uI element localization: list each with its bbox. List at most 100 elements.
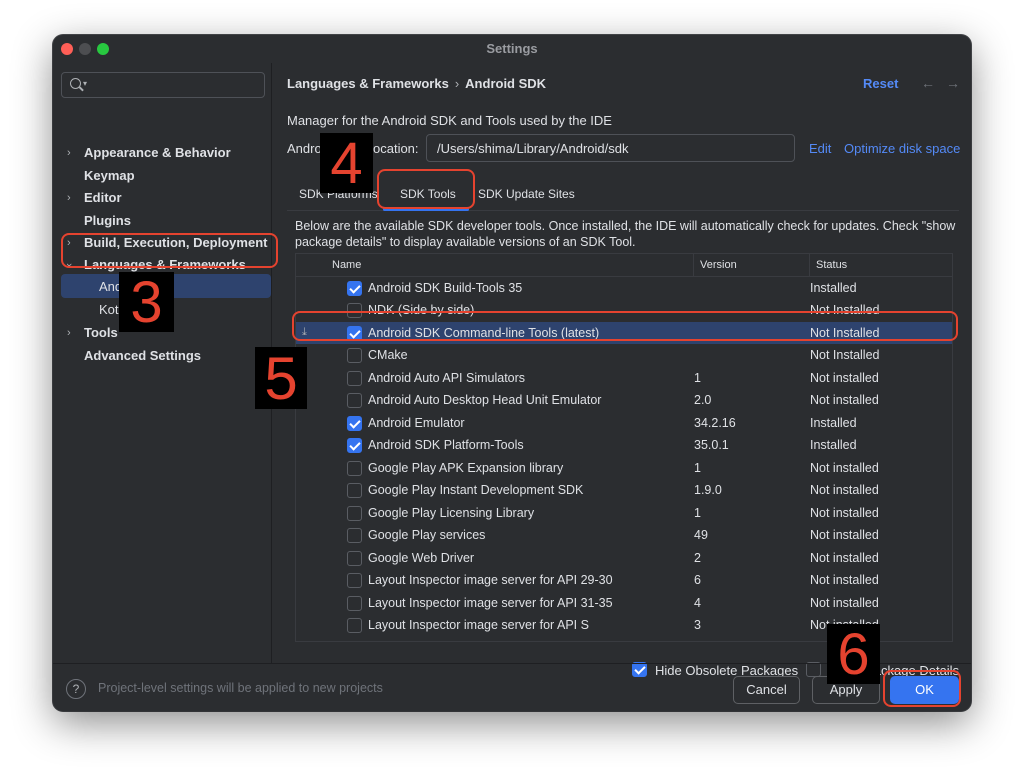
sidebar-item-keymap[interactable]: Keymap bbox=[53, 165, 271, 187]
row-status: Installed bbox=[810, 415, 857, 430]
column-divider bbox=[809, 254, 810, 276]
column-header-name[interactable]: Name bbox=[332, 259, 361, 271]
table-row[interactable]: Android SDK Platform-Tools 35.0.1 Installe… bbox=[296, 434, 952, 457]
row-version: 2 bbox=[694, 550, 701, 565]
row-checkbox[interactable] bbox=[347, 483, 362, 498]
sidebar-item-advanced[interactable]: Advanced Settings bbox=[53, 345, 271, 367]
reset-button[interactable]: Reset bbox=[863, 76, 898, 91]
edit-link[interactable]: Edit bbox=[809, 141, 831, 156]
row-version: 1 bbox=[694, 505, 701, 520]
settings-search[interactable]: ▾ bbox=[61, 72, 265, 98]
sidebar-item-appearance[interactable]: › Appearance & Behavior bbox=[53, 142, 271, 164]
row-checkbox[interactable] bbox=[347, 348, 362, 363]
row-name: Layout Inspector image server for API 29… bbox=[368, 573, 613, 587]
title-bar: Settings bbox=[53, 35, 971, 63]
chevron-right-icon[interactable]: › bbox=[67, 322, 71, 344]
row-checkbox[interactable] bbox=[347, 550, 362, 566]
search-input[interactable] bbox=[94, 76, 258, 94]
row-status: Installed bbox=[810, 438, 857, 452]
row-version: 6 bbox=[694, 573, 701, 587]
table-row[interactable]: Android Emulator 34.2.16 Installed bbox=[296, 412, 952, 435]
table-row[interactable]: Google Web Driver 2 Not installed bbox=[296, 547, 952, 570]
breadcrumb: Languages & Frameworks › Android SDK bbox=[287, 76, 546, 91]
cancel-button[interactable]: Cancel bbox=[733, 676, 800, 704]
table-row[interactable]: Android Auto Desktop Head Unit Emulator 2… bbox=[296, 389, 952, 412]
table-header: Name Version Status bbox=[296, 254, 952, 277]
row-version: 1.9.0 bbox=[694, 483, 722, 497]
table-row[interactable]: Google Play Licensing Library 1 Not instal… bbox=[296, 502, 952, 525]
table-row[interactable]: Google Play APK Expansion library 1 Not in… bbox=[296, 457, 952, 480]
row-name: Layout Inspector image server for API S bbox=[368, 618, 589, 632]
window-title: Settings bbox=[486, 41, 538, 56]
help-icon[interactable]: ? bbox=[66, 679, 86, 699]
sidebar-item-label: Editor bbox=[84, 190, 122, 205]
step-badge-4: 4 bbox=[320, 133, 373, 195]
row-checkbox[interactable] bbox=[347, 595, 362, 611]
back-arrow-icon[interactable]: ← bbox=[921, 75, 935, 91]
row-checkbox[interactable] bbox=[347, 505, 362, 521]
step-badge-5: 5 bbox=[255, 347, 307, 411]
chevron-right-icon[interactable]: › bbox=[67, 142, 71, 164]
row-name: Android SDK Platform-Tools bbox=[368, 438, 524, 452]
highlight-ok-button bbox=[883, 670, 961, 707]
row-status: Not installed bbox=[810, 370, 879, 385]
row-version: 35.0.1 bbox=[694, 438, 729, 452]
row-version: 3 bbox=[694, 618, 701, 632]
sidebar-item-editor[interactable]: › Editor bbox=[53, 187, 271, 209]
table-row[interactable]: Layout Inspector image server for API 29… bbox=[296, 569, 952, 592]
forward-arrow-icon[interactable]: → bbox=[946, 75, 960, 91]
row-checkbox[interactable] bbox=[347, 573, 362, 588]
row-checkbox[interactable] bbox=[347, 438, 362, 453]
row-name: Google Play services bbox=[368, 528, 486, 542]
row-name: Google Web Driver bbox=[368, 550, 475, 565]
table-row[interactable]: Google Play services 49 Not installed bbox=[296, 524, 952, 547]
table-row[interactable]: Layout Inspector image server for API 31… bbox=[296, 592, 952, 615]
sidebar-item-label: Appearance & Behavior bbox=[84, 145, 231, 160]
highlight-android-sdk bbox=[61, 233, 278, 268]
row-name: CMake bbox=[368, 348, 408, 362]
settings-window: Settings ▾ › Appearance & Behavior Keyma… bbox=[53, 35, 971, 711]
row-name: Android SDK Build-Tools 35 bbox=[368, 280, 523, 295]
table-row[interactable]: Android SDK Build-Tools 35 Installed bbox=[296, 277, 952, 300]
table-row[interactable]: Google Play Instant Development SDK 1.9.0… bbox=[296, 479, 952, 502]
row-status: Not installed bbox=[810, 595, 879, 610]
row-checkbox[interactable] bbox=[347, 528, 362, 543]
chevron-down-icon: ▾ bbox=[83, 79, 88, 88]
row-status: Not installed bbox=[810, 483, 879, 497]
tab-sdk-update-sites[interactable]: SDK Update Sites bbox=[478, 179, 575, 209]
row-status: Not installed bbox=[810, 573, 879, 587]
row-status: Not installed bbox=[810, 460, 879, 475]
table-row[interactable]: CMake Not Installed bbox=[296, 344, 952, 367]
settings-sidebar: ▾ › Appearance & Behavior Keymap › Edito… bbox=[53, 63, 272, 663]
page-description: Manager for the Android SDK and Tools us… bbox=[287, 113, 612, 128]
table-row[interactable]: Android Auto API Simulators 1 Not installe… bbox=[296, 367, 952, 390]
breadcrumb-current: Android SDK bbox=[465, 76, 547, 91]
row-status: Installed bbox=[810, 280, 857, 295]
breadcrumb-parent[interactable]: Languages & Frameworks bbox=[287, 76, 449, 91]
row-version: 1 bbox=[694, 460, 701, 475]
row-checkbox[interactable] bbox=[347, 415, 362, 431]
highlight-sdk-tools-tab bbox=[377, 169, 475, 209]
sdk-location-input[interactable] bbox=[435, 140, 789, 157]
search-icon bbox=[70, 78, 81, 89]
row-status: Not installed bbox=[810, 550, 879, 565]
settings-content: Languages & Frameworks › Android SDK Reset… bbox=[272, 63, 971, 678]
column-divider bbox=[693, 254, 694, 276]
row-checkbox[interactable] bbox=[347, 460, 362, 476]
row-checkbox[interactable] bbox=[347, 393, 362, 408]
row-checkbox[interactable] bbox=[347, 618, 362, 633]
row-checkbox[interactable] bbox=[347, 280, 362, 296]
row-checkbox[interactable] bbox=[347, 370, 362, 386]
row-name: Google Play APK Expansion library bbox=[368, 460, 564, 475]
optimize-disk-space-link[interactable]: Optimize disk space bbox=[844, 141, 960, 156]
row-name: Android Emulator bbox=[368, 415, 465, 430]
sdk-location-field[interactable] bbox=[426, 134, 795, 162]
chevron-right-icon[interactable]: › bbox=[67, 187, 71, 209]
column-header-version[interactable]: Version bbox=[700, 259, 737, 271]
row-name: Google Play Instant Development SDK bbox=[368, 483, 584, 497]
row-name: Google Play Licensing Library bbox=[368, 505, 535, 520]
row-version: 1 bbox=[694, 370, 701, 385]
row-version: 4 bbox=[694, 595, 701, 610]
sidebar-item-plugins[interactable]: Plugins bbox=[53, 210, 271, 232]
column-header-status[interactable]: Status bbox=[816, 259, 847, 271]
